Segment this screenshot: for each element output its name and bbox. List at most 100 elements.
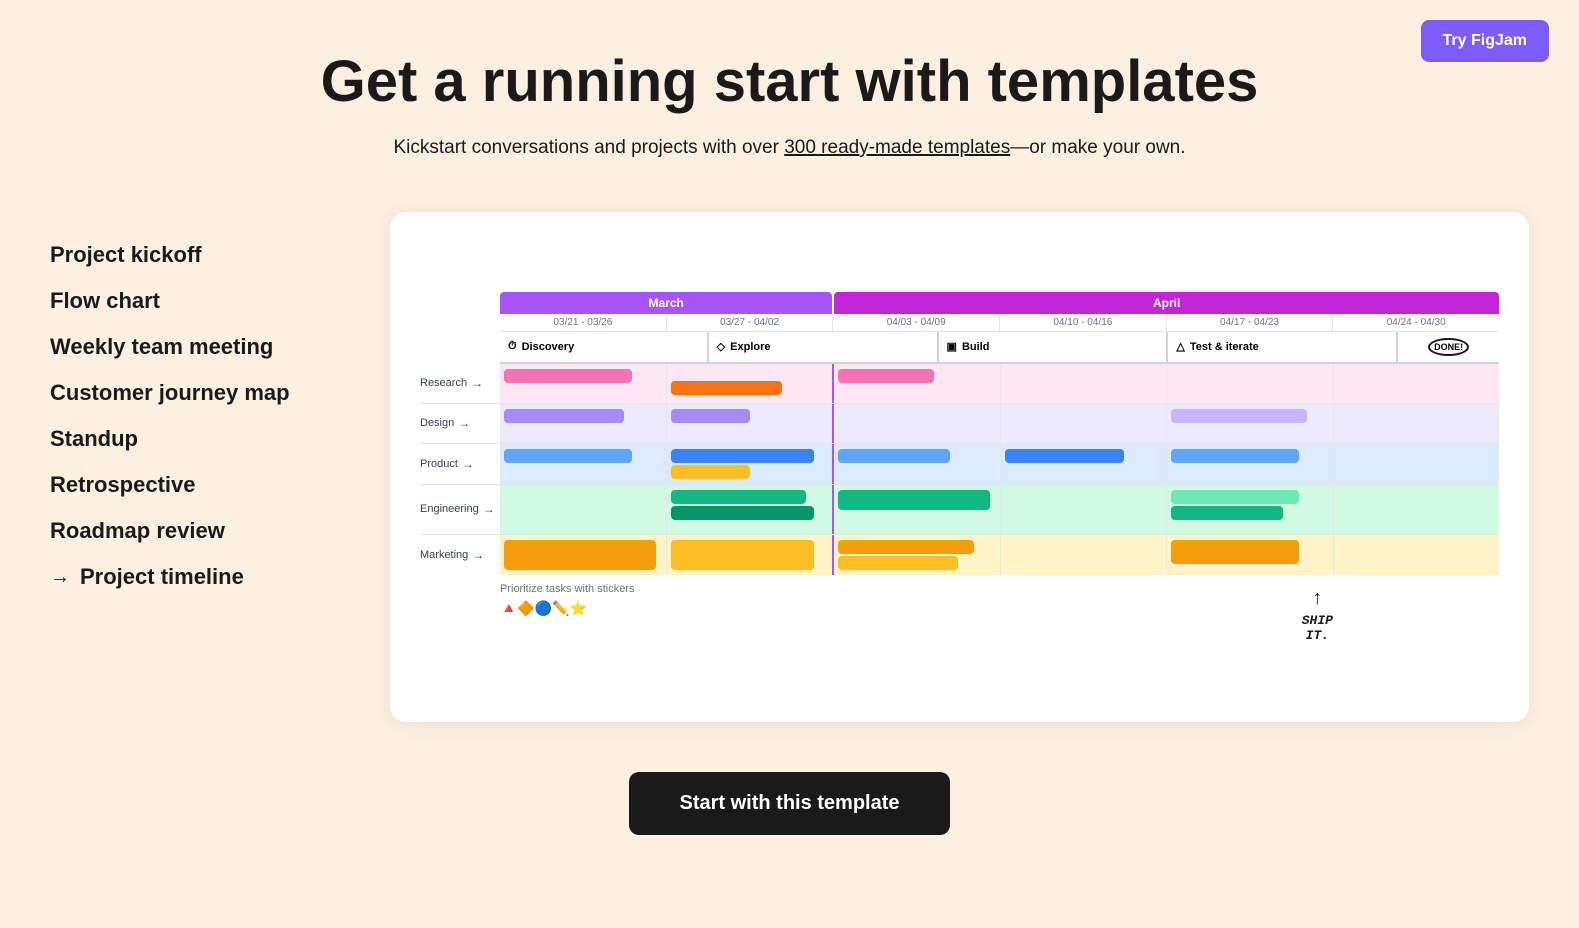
main-content: Project kickoff Flow chart Weekly team m… xyxy=(0,192,1579,722)
sidebar-item-project-timeline[interactable]: → Project timeline xyxy=(50,554,350,600)
phase-done: DONE! xyxy=(1398,332,1499,362)
phase-build: ▣ Build xyxy=(939,332,1169,362)
phase-headers: ⏱ Discovery ◇ Explore ▣ Build △ Test & i… xyxy=(500,332,1499,364)
seg-m6 xyxy=(1334,535,1500,575)
active-arrow-icon: → xyxy=(50,566,70,589)
sidebar-item-project-kickoff[interactable]: Project kickoff xyxy=(50,232,350,278)
seg-e5 xyxy=(1167,485,1334,534)
page-title: Get a running start with templates xyxy=(20,50,1559,114)
prioritize-note-area: Prioritize tasks with stickers 🔺🔶🔵✏️⭐ xyxy=(500,583,682,627)
row-design: Design → xyxy=(420,404,1499,444)
phase-test: △ Test & iterate xyxy=(1168,332,1398,362)
sidebar-item-label: Roadmap review xyxy=(50,518,225,544)
discovery-icon: ⏱ xyxy=(508,340,517,353)
timeline-chart: March April 03/21 - 03/26 03/27 - 04/02 … xyxy=(420,292,1499,643)
sidebar-item-flow-chart[interactable]: Flow chart xyxy=(50,278,350,324)
phase-label: Discovery xyxy=(522,341,575,353)
try-figjam-button[interactable]: Try FigJam xyxy=(1421,20,1549,62)
timeline-rows: Research → xyxy=(420,364,1499,575)
seg-m2 xyxy=(667,535,835,575)
sidebar-item-customer-journey-map[interactable]: Customer journey map xyxy=(50,370,350,416)
marketing-cells xyxy=(500,535,1499,575)
seg-r5 xyxy=(1167,364,1334,403)
row-label-marketing: Marketing → xyxy=(420,535,500,575)
sidebar-item-label: Weekly team meeting xyxy=(50,334,273,360)
sidebar-item-label: Retrospective xyxy=(50,472,196,498)
seg-d2 xyxy=(667,404,835,443)
row-product: Product → xyxy=(420,444,1499,485)
template-preview-panel: March April 03/21 - 03/26 03/27 - 04/02 … xyxy=(390,212,1529,722)
design-cells xyxy=(500,404,1499,443)
sidebar-item-standup[interactable]: Standup xyxy=(50,416,350,462)
row-engineering: Engineering → xyxy=(420,485,1499,535)
row-label-research: Research → xyxy=(420,364,500,403)
seg-d1 xyxy=(500,404,667,443)
sidebar-item-weekly-team-meeting[interactable]: Weekly team meeting xyxy=(50,324,350,370)
seg-d3 xyxy=(834,404,1001,443)
sidebar-item-label: Standup xyxy=(50,426,138,452)
month-april: April xyxy=(834,292,1499,314)
chart-annotations: Prioritize tasks with stickers 🔺🔶🔵✏️⭐ ↑ … xyxy=(500,583,1499,643)
month-march: March xyxy=(500,292,832,314)
seg-p3 xyxy=(834,444,1001,484)
row-marketing: Marketing → xyxy=(420,535,1499,575)
week-cell-5: 04/17 - 04/23 xyxy=(1167,314,1334,331)
week-cell-2: 03/27 - 04/02 xyxy=(667,314,834,331)
row-label-engineering: Engineering → xyxy=(420,485,500,534)
week-headers: 03/21 - 03/26 03/27 - 04/02 04/03 - 04/0… xyxy=(500,314,1499,332)
seg-r4 xyxy=(1001,364,1168,403)
ship-it-text: SHIPIT. xyxy=(1302,613,1333,643)
seg-e1 xyxy=(500,485,667,534)
row-research: Research → xyxy=(420,364,1499,404)
seg-p2 xyxy=(667,444,835,484)
seg-r2 xyxy=(667,364,835,403)
test-icon: △ xyxy=(1176,340,1184,353)
seg-p6 xyxy=(1334,444,1500,484)
week-cell-4: 04/10 - 04/16 xyxy=(1000,314,1167,331)
sidebar-item-label: Customer journey map xyxy=(50,380,290,406)
cta-section: Start with this template xyxy=(0,722,1579,875)
sidebar-nav: Project kickoff Flow chart Weekly team m… xyxy=(50,212,350,600)
prioritize-text: Prioritize tasks with stickers xyxy=(500,583,682,595)
seg-m3 xyxy=(834,535,1001,575)
phase-discovery: ⏱ Discovery xyxy=(500,332,709,362)
seg-m1 xyxy=(500,535,667,575)
month-headers: March April xyxy=(500,292,1499,314)
seg-p1 xyxy=(500,444,667,484)
row-label-design: Design → xyxy=(420,404,500,443)
seg-m5 xyxy=(1167,535,1334,575)
seg-p5 xyxy=(1167,444,1334,484)
sidebar-item-label: Flow chart xyxy=(50,288,160,314)
build-icon: ▣ xyxy=(947,340,957,353)
seg-e3 xyxy=(834,485,1001,534)
product-cells xyxy=(500,444,1499,484)
ship-it-area: ↑ SHIPIT. xyxy=(1227,583,1409,643)
research-cells xyxy=(500,364,1499,403)
header-subtitle: Kickstart conversations and projects wit… xyxy=(20,134,1559,163)
page-header: Try FigJam Get a running start with temp… xyxy=(0,0,1579,192)
ship-arrow-icon: ↑ xyxy=(1312,588,1322,608)
seg-m4 xyxy=(1001,535,1168,575)
start-template-button[interactable]: Start with this template xyxy=(629,772,949,835)
seg-r6 xyxy=(1334,364,1500,403)
sidebar-item-retrospective[interactable]: Retrospective xyxy=(50,462,350,508)
week-cell-6: 04/24 - 04/30 xyxy=(1333,314,1499,331)
seg-d6 xyxy=(1334,404,1500,443)
engineering-cells xyxy=(500,485,1499,534)
seg-d4 xyxy=(1001,404,1168,443)
templates-link[interactable]: 300 ready-made templates xyxy=(784,137,1010,158)
row-label-product: Product → xyxy=(420,444,500,484)
week-cell-3: 04/03 - 04/09 xyxy=(833,314,1000,331)
phase-label: Build xyxy=(962,341,990,353)
phase-label: Explore xyxy=(730,341,770,353)
sidebar-item-label: Project timeline xyxy=(80,564,244,590)
seg-e2 xyxy=(667,485,835,534)
seg-e6 xyxy=(1334,485,1500,534)
seg-d5 xyxy=(1167,404,1334,443)
phase-label: Test & iterate xyxy=(1190,341,1259,353)
sidebar-item-roadmap-review[interactable]: Roadmap review xyxy=(50,508,350,554)
explore-icon: ◇ xyxy=(717,340,725,353)
seg-e4 xyxy=(1001,485,1168,534)
phase-explore: ◇ Explore xyxy=(709,332,939,362)
sidebar-item-label: Project kickoff xyxy=(50,242,202,268)
